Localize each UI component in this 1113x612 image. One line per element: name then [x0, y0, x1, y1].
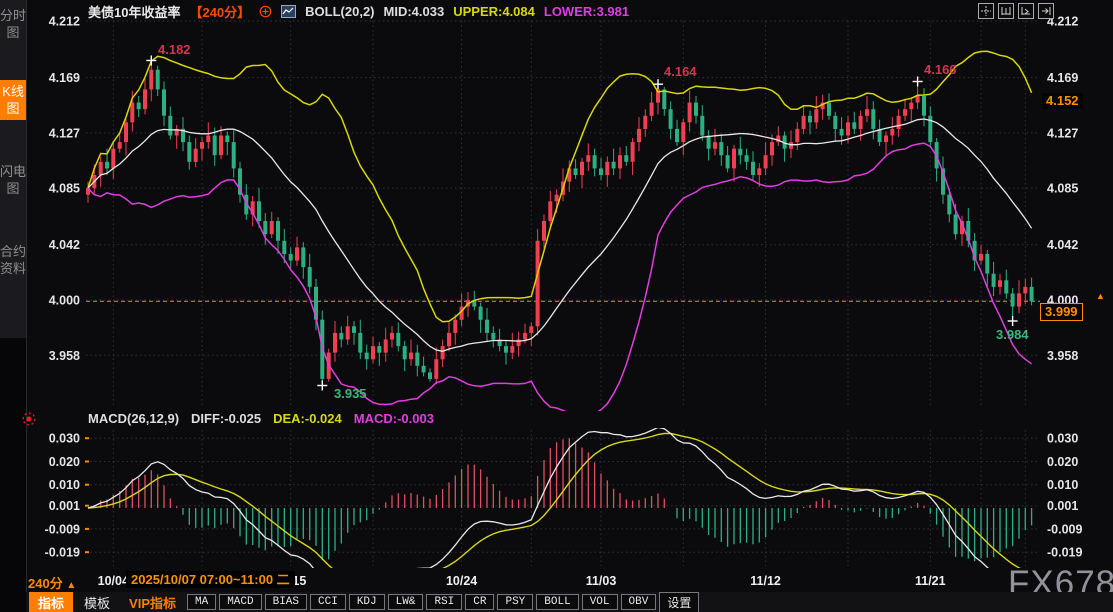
toolbar-item-16[interactable]: 设置 [659, 592, 699, 612]
chart-canvas[interactable]: 4.2124.2124.1694.1694.1274.1274.0854.085… [0, 0, 1113, 612]
svg-text:0.001: 0.001 [1047, 499, 1078, 513]
bollinger-bands [88, 51, 1032, 415]
settle-price-tag: 4.152 [1042, 93, 1083, 109]
toolbar-item-14[interactable]: VOL [582, 594, 618, 610]
toolbar-item-6[interactable]: BIAS [265, 594, 307, 610]
annotation-low-right: 3.984 [996, 327, 1029, 342]
svg-text:3.958: 3.958 [1047, 349, 1078, 363]
svg-text:0.020: 0.020 [1047, 455, 1078, 469]
toolbar-item-9[interactable]: LW& [388, 594, 424, 610]
boll-lower-value: LOWER:3.981 [544, 4, 629, 19]
toolbar-item-12[interactable]: PSY [497, 594, 533, 610]
annotation-high-right: 4.166 [924, 62, 957, 77]
plus-circle-icon[interactable] [259, 5, 272, 18]
svg-text:11/12: 11/12 [750, 574, 781, 588]
toolbar-item-5[interactable]: MACD [219, 594, 261, 610]
svg-text:10/24: 10/24 [446, 574, 477, 588]
mini-chart-icon[interactable] [281, 5, 296, 18]
svg-text:4.127: 4.127 [1047, 126, 1078, 140]
svg-text:4.127: 4.127 [49, 126, 80, 140]
toolbar-item-13[interactable]: BOLL [536, 594, 578, 610]
toolbar-item-15[interactable]: OBV [621, 594, 657, 610]
zoom-x-compress-icon[interactable] [1018, 3, 1034, 19]
svg-text:4.085: 4.085 [49, 182, 80, 196]
macd-dea-value: DEA:-0.024 [273, 411, 342, 426]
macd-panel [88, 427, 1032, 592]
toolbar-item-2[interactable]: 模板 [76, 592, 118, 612]
svg-text:0.001: 0.001 [49, 499, 80, 513]
svg-text:0.010: 0.010 [1047, 478, 1078, 492]
pan-right-icon[interactable] [1038, 3, 1054, 19]
svg-text:-0.009: -0.009 [45, 522, 80, 536]
boll-upper-value: UPPER:4.084 [453, 4, 535, 19]
svg-text:-0.009: -0.009 [1047, 522, 1082, 536]
annotation-high-mid: 4.164 [664, 64, 697, 79]
toolbar-item-10[interactable]: RSI [426, 594, 462, 610]
last-price-tag: 3.999 [1040, 303, 1083, 321]
pan-crosshair-icon[interactable] [978, 3, 994, 19]
macd-header: MACD(26,12,9) DIFF:-0.025 DEA:-0.024 MAC… [88, 411, 434, 426]
instrument-title: 美债10年收益率 [88, 2, 180, 21]
svg-text:-0.019: -0.019 [1047, 546, 1082, 560]
svg-text:4.042: 4.042 [1047, 238, 1078, 252]
zoom-x-expand-icon[interactable] [998, 3, 1014, 19]
toolbar-item-4[interactable]: MA [187, 594, 216, 610]
svg-text:-0.019: -0.019 [45, 546, 80, 560]
svg-text:4.042: 4.042 [49, 238, 80, 252]
macd-settings-icon[interactable] [21, 411, 37, 432]
trading-app-window: 4.2124.2124.1694.1694.1274.1274.0854.085… [0, 0, 1113, 612]
boll-mid-value: MID:4.033 [384, 4, 445, 19]
toolbar-item-8[interactable]: KDJ [349, 594, 385, 610]
svg-text:4.212: 4.212 [49, 15, 80, 29]
svg-text:11/21: 11/21 [915, 574, 946, 588]
period-label: 【240分】 [189, 2, 250, 21]
svg-text:0.020: 0.020 [49, 455, 80, 469]
indicator-toolbar: 指标模板VIP指标MAMACDBIASCCIKDJLW&RSICRPSYBOLL… [26, 592, 1113, 612]
boll-params-label: BOLL(20,2) [305, 4, 374, 19]
svg-text:0.010: 0.010 [49, 478, 80, 492]
macd-macd-value: MACD:-0.003 [354, 411, 434, 426]
chart-header: 美债10年收益率 【240分】 BOLL(20,2) MID:4.033 UPP… [88, 2, 629, 21]
annotation-low-left: 3.935 [334, 386, 367, 401]
svg-text:0.030: 0.030 [49, 432, 80, 446]
chart-tool-icons [978, 3, 1054, 19]
svg-text:3.958: 3.958 [49, 349, 80, 363]
svg-text:4.169: 4.169 [1047, 71, 1078, 85]
period-up-arrow-icon: ▲ [66, 580, 76, 591]
svg-text:4.085: 4.085 [1047, 182, 1078, 196]
svg-text:4.000: 4.000 [49, 294, 80, 308]
period-selector[interactable]: 240分 ▲ [28, 573, 76, 592]
toolbar-item-11[interactable]: CR [465, 594, 494, 610]
macd-params-label: MACD(26,12,9) [88, 411, 179, 426]
toolbar-item-1[interactable]: 指标 [29, 592, 73, 612]
svg-text:10/04: 10/04 [98, 574, 129, 588]
price-alert-marker-icon: ▲ [1096, 291, 1105, 301]
svg-text:11/03: 11/03 [586, 574, 617, 588]
bar-datetime-tooltip: 2025/10/07 07:00~11:00 二 [126, 571, 295, 588]
svg-text:0.030: 0.030 [1047, 432, 1078, 446]
svg-text:4.169: 4.169 [49, 71, 80, 85]
toolbar-item-3[interactable]: VIP指标 [121, 592, 184, 612]
annotation-high-left: 4.182 [158, 42, 191, 57]
macd-diff-value: DIFF:-0.025 [191, 411, 261, 426]
candlestick-series [86, 61, 1034, 386]
toolbar-item-7[interactable]: CCI [310, 594, 346, 610]
